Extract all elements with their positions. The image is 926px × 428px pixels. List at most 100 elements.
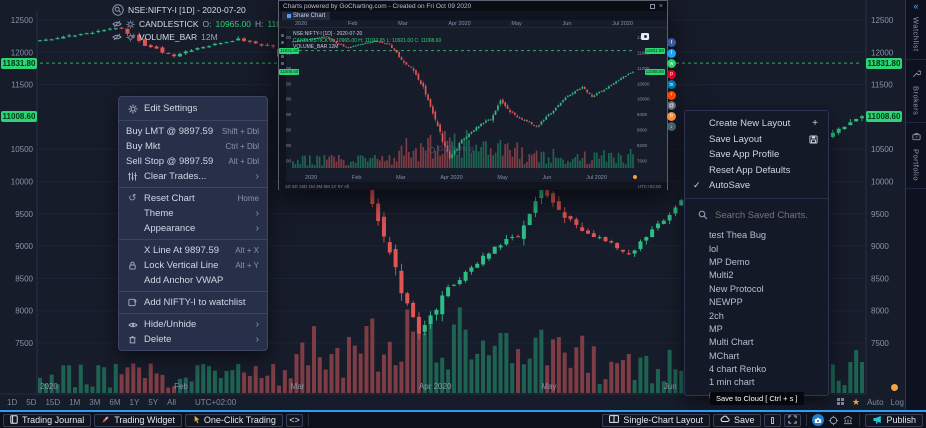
- reddit-share-icon[interactable]: r: [667, 91, 676, 100]
- open-value: 10965.00: [216, 19, 251, 29]
- svg-text:12500: 12500: [11, 16, 34, 25]
- saved-chart-item[interactable]: NEWPP: [685, 295, 828, 308]
- save-button[interactable]: Save: [713, 414, 762, 427]
- timeframe-5d[interactable]: 5D: [26, 398, 36, 407]
- saved-charts-search-input[interactable]: [715, 210, 815, 221]
- menu-item-add-anchor-vwap[interactable]: Add Anchor VWAP: [119, 273, 267, 288]
- menu-item-create-new-layout[interactable]: Create New Layout +: [685, 116, 828, 132]
- saved-chart-item[interactable]: Multi Chart: [685, 336, 828, 349]
- blogger-share-icon[interactable]: b: [667, 112, 676, 121]
- timeframe-15d[interactable]: 15D: [45, 398, 60, 407]
- timeframe-all[interactable]: All: [167, 398, 176, 407]
- bank-icon[interactable]: [842, 414, 854, 426]
- svg-text:Feb: Feb: [174, 382, 188, 391]
- linkedin-share-icon[interactable]: in: [667, 80, 676, 89]
- volume-settings-gear-icon[interactable]: [126, 33, 135, 42]
- timeframe-1y[interactable]: 1Y: [130, 398, 140, 407]
- auto-scale-toggle[interactable]: Auto: [867, 398, 883, 407]
- timeframe-3m[interactable]: 3M: [89, 398, 100, 407]
- menu-item-appearance[interactable]: Appearance ›: [119, 221, 267, 236]
- menu-item-lock-vertical-line[interactable]: Lock Vertical Line Alt + Y: [119, 258, 267, 273]
- svg-text:9400: 9400: [637, 112, 648, 117]
- svg-text:7600: 7600: [637, 158, 648, 163]
- email-share-icon[interactable]: @: [667, 101, 676, 110]
- menu-item-reset-app-defaults[interactable]: Reset App Defaults: [685, 163, 828, 179]
- zoom-magnifier-icon[interactable]: [112, 4, 124, 16]
- saved-chart-item[interactable]: lol: [685, 242, 828, 255]
- svg-text:12500: 12500: [871, 16, 894, 25]
- menu-item-edit-settings[interactable]: Edit Settings: [119, 100, 267, 117]
- svg-text:2020: 2020: [40, 382, 58, 391]
- hide-volume-icon[interactable]: [112, 33, 122, 41]
- submenu-arrow-icon: ›: [256, 173, 259, 181]
- log-scale-toggle[interactable]: Log: [891, 398, 904, 407]
- publish-button[interactable]: Publish: [865, 414, 923, 427]
- menu-item-x-line[interactable]: X Line At 9897.59 Alt + X: [119, 243, 267, 258]
- study-settings-gear-icon[interactable]: [126, 20, 135, 29]
- tab-icon: [287, 14, 291, 18]
- timeframe-1m[interactable]: 1M: [69, 398, 80, 407]
- trading-widget-button[interactable]: Trading Widget: [94, 414, 182, 427]
- saved-chart-item[interactable]: 1 min chart: [685, 376, 828, 389]
- sidebar-tab-brokers[interactable]: Brokers: [906, 60, 926, 123]
- one-click-trading-button[interactable]: One-Click Trading: [185, 414, 283, 427]
- menu-item-theme[interactable]: Theme ›: [119, 206, 267, 221]
- target-icon[interactable]: [827, 414, 839, 426]
- menu-item-reset-chart[interactable]: ↺ Reset Chart Home: [119, 191, 267, 206]
- sidebar-tab-portfolio[interactable]: Portfolio: [906, 123, 926, 189]
- timeframe-5y[interactable]: 5Y: [148, 398, 158, 407]
- rocket-icon: [101, 415, 110, 426]
- square-select-button[interactable]: [764, 414, 781, 427]
- saved-chart-item[interactable]: 2ch: [685, 309, 828, 322]
- facebook-share-icon[interactable]: f: [667, 38, 676, 47]
- menu-item-buy-lmt[interactable]: Buy LMT @ 9897.59 Shift + Dbl: [119, 124, 267, 139]
- saved-chart-item[interactable]: MP Demo: [685, 255, 828, 268]
- saved-chart-item[interactable]: test Thea Bug: [685, 229, 828, 242]
- whatsapp-share-icon[interactable]: w: [667, 59, 676, 68]
- grid-settings-icon[interactable]: [836, 397, 845, 408]
- popup-close-icon[interactable]: ×: [659, 3, 663, 10]
- saved-chart-item[interactable]: New Protocol: [685, 282, 828, 295]
- trading-journal-button[interactable]: Trading Journal: [3, 414, 91, 427]
- saved-chart-item[interactable]: Multi2: [685, 269, 828, 282]
- timeframe-6m[interactable]: 6M: [109, 398, 120, 407]
- favorite-star-icon[interactable]: ★: [852, 397, 860, 408]
- svg-text:9000: 9000: [15, 242, 33, 251]
- hide-study-icon[interactable]: [112, 20, 122, 28]
- timezone-selector[interactable]: UTC+02:00: [195, 398, 236, 407]
- menu-item-sell-stop[interactable]: Sell Stop @ 9897.59 Alt + Dbl: [119, 154, 267, 169]
- menu-item-delete[interactable]: Delete ›: [119, 332, 267, 347]
- social-share-strip: f t w p in r @ b ↓: [667, 38, 676, 131]
- menu-item-buy-mkt[interactable]: Buy Mkt Ctrl + Dbl: [119, 139, 267, 154]
- saved-chart-item[interactable]: 4 chart Renko: [685, 362, 828, 375]
- menu-item-clear-trades[interactable]: Clear Trades... ›: [119, 169, 267, 184]
- menu-divider: [119, 239, 267, 240]
- menu-item-autosave[interactable]: ✓ AutoSave: [685, 178, 828, 194]
- svg-text:9500: 9500: [15, 210, 33, 219]
- svg-text:10500: 10500: [871, 145, 894, 154]
- camera-icon[interactable]: [641, 33, 649, 40]
- sidebar-tab-watchlist[interactable]: Watchlist: [906, 5, 926, 60]
- popup-tab-share-chart[interactable]: Share Chart: [282, 12, 330, 20]
- download-image-icon[interactable]: ↓: [667, 122, 676, 131]
- menu-item-save-app-profile[interactable]: Save App Profile: [685, 147, 828, 163]
- twitter-share-icon[interactable]: t: [667, 49, 676, 58]
- popup-tab-bar: Share Chart: [279, 11, 667, 20]
- popup-months-bottom: 2020 Feb Mar Apr 2020 May Jun Jul 2020: [289, 175, 641, 181]
- svg-text:Apr 2020: Apr 2020: [419, 382, 452, 391]
- menu-item-save-layout[interactable]: Save Layout: [685, 132, 828, 148]
- code-widget-button[interactable]: <>: [286, 414, 303, 427]
- pinterest-share-icon[interactable]: p: [667, 70, 676, 79]
- popup-chart-preview: 1240012400118001180011200112001060010600…: [279, 28, 667, 190]
- timeframe-1d[interactable]: 1D: [7, 398, 17, 407]
- popup-maximize-icon[interactable]: [650, 4, 655, 9]
- snapshot-camera-icon[interactable]: [812, 414, 824, 426]
- saved-chart-item[interactable]: MP: [685, 322, 828, 335]
- menu-item-hide-unhide[interactable]: Hide/Unhide ›: [119, 317, 267, 332]
- saved-chart-item[interactable]: MChart: [685, 349, 828, 362]
- single-chart-layout-button[interactable]: Single-Chart Layout: [602, 414, 710, 427]
- menu-item-add-to-watchlist[interactable]: Add NIFTY-I to watchlist: [119, 295, 267, 310]
- svg-text:8000: 8000: [871, 307, 889, 316]
- fullscreen-button[interactable]: [784, 414, 801, 427]
- popup-title-bar[interactable]: Charts powered by GoCharting.com - Creat…: [279, 1, 667, 11]
